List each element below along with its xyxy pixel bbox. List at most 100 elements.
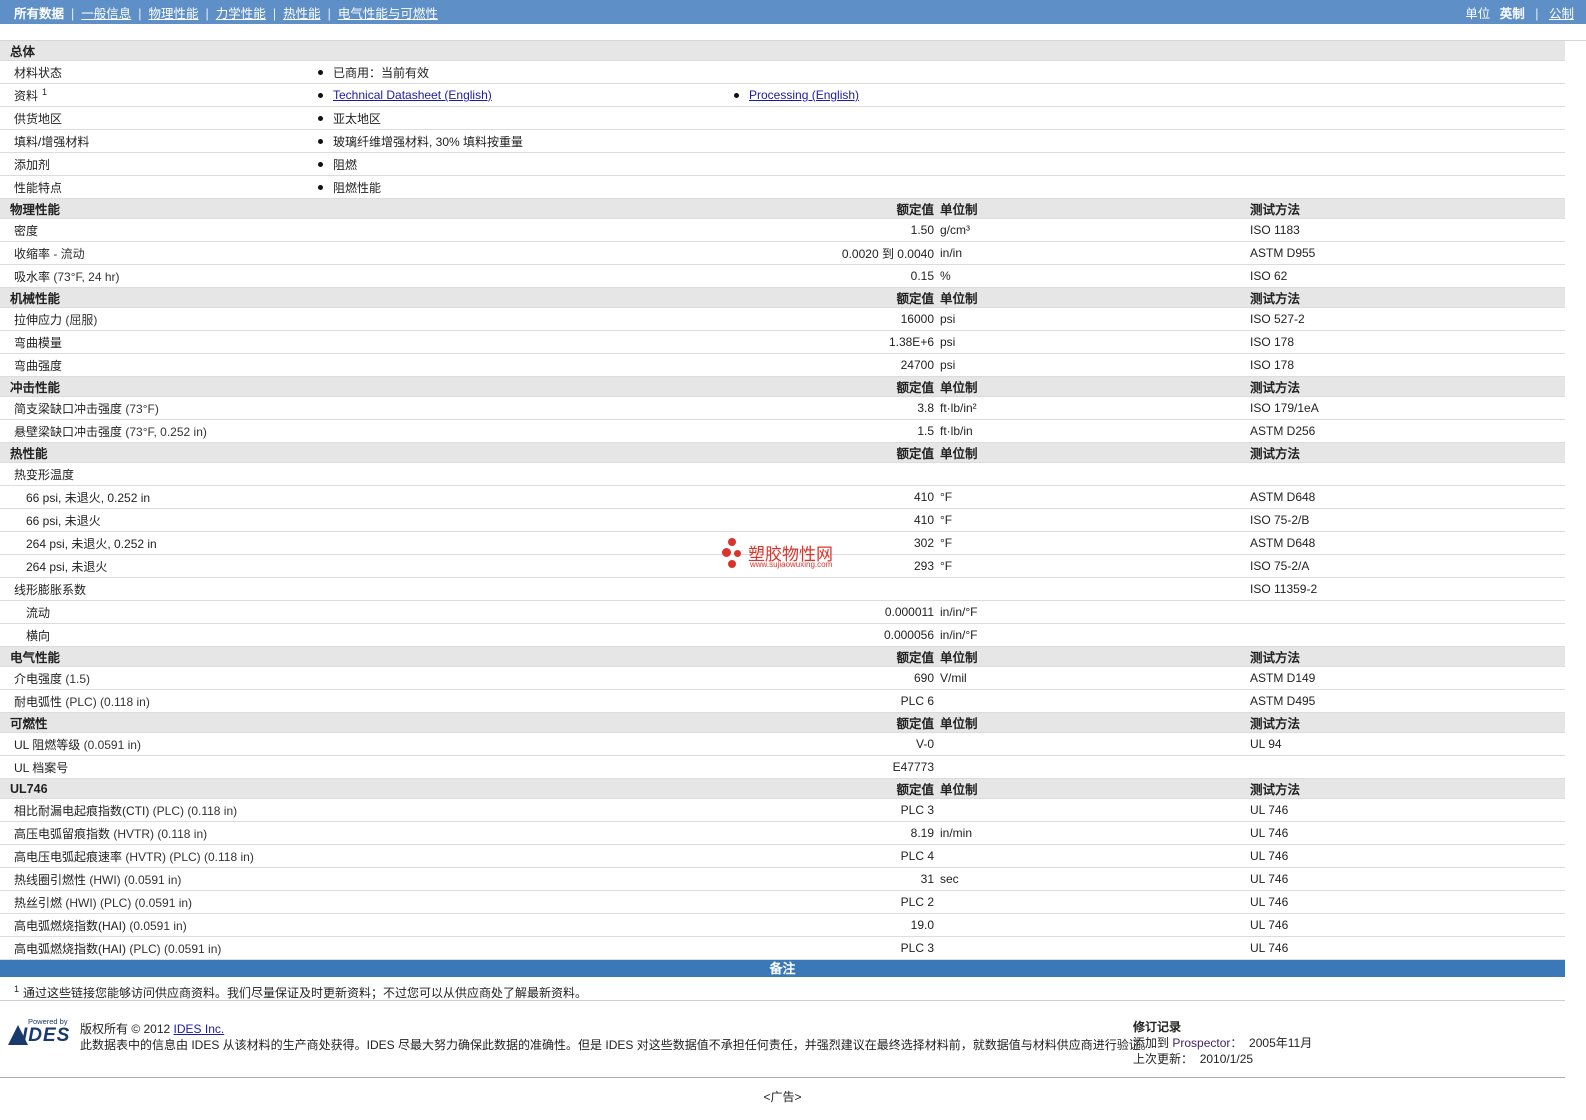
table-row: 介电强度 (1.5) 690 V/mil ASTM D149 [0, 666, 1566, 690]
ad-placeholder[interactable]: <广告> [0, 1088, 1565, 1105]
property-name: 密度 [14, 223, 39, 238]
col-value-header: 额定值 [734, 646, 940, 667]
top-nav-bar: 所有数据 | 一般信息 | 物理性能 | 力学性能 | 热性能 | 电气性能与可燃性 单位 英制 |… [0, 0, 1586, 24]
property-value: 0.0020 到 0.0040 [734, 241, 940, 265]
units-metric-link[interactable]: 公制 [1549, 7, 1574, 21]
property-value: 0.000011 [734, 600, 940, 624]
property-unit: in/min [940, 821, 1250, 845]
test-method: ASTM D955 [1250, 241, 1566, 265]
table-row: 热丝引燃 (HWI) (PLC) (0.0591 in) PLC 2 UL 746 [0, 890, 1566, 914]
nav-item[interactable]: 所有数据 [14, 7, 64, 21]
col-method-header: 测试方法 [1250, 442, 1566, 463]
property-unit [940, 913, 1250, 937]
table-row: 耐电弧性 (PLC) (0.118 in) PLC 6 ASTM D495 [0, 689, 1566, 713]
nav-item[interactable]: 力学性能 [216, 7, 266, 21]
property-unit: °F [940, 485, 1250, 509]
table-row: 66 psi, 未退火 410 °F ISO 75-2/B [0, 508, 1566, 532]
col-unit-header: 单位制 [940, 376, 1250, 397]
table-row: 添加剂 阻燃 [0, 152, 1566, 176]
nav-item[interactable]: 电气性能与可燃性 [338, 7, 438, 21]
property-value: 410 [734, 508, 940, 532]
property-condition: (HWI) (0.0591 in) [86, 872, 182, 887]
test-method: ISO 75-2/B [1250, 508, 1566, 532]
disclaimer: 此数据表中的信息由 IDES 从该材料的生产商处获得。IDES 尽最大努力确保此… [80, 1038, 1153, 1052]
property-value: PLC 6 [734, 689, 940, 713]
property-condition: (PLC) (0.118 in) [149, 803, 238, 818]
property-value: 1.5 [734, 419, 940, 443]
test-method [1250, 755, 1566, 779]
property-name: UL 阻燃等级 [14, 737, 81, 752]
row-label: 资料 [14, 88, 39, 103]
property-name: UL 档案号 [14, 760, 69, 775]
table-row: 弯曲强度 24700 psi ISO 178 [0, 353, 1566, 377]
property-name: 弯曲模量 [14, 335, 63, 350]
table-row: 吸水率 (73°F, 24 hr) 0.15% ISO 62 [0, 264, 1566, 288]
nav-item[interactable]: 物理性能 [149, 7, 199, 21]
nav-item[interactable]: 热性能 [283, 7, 321, 21]
col-method-header: 测试方法 [1250, 646, 1566, 667]
watermark-logo: 塑胶物性网 www.sujiaowuxing.com [720, 538, 860, 572]
test-method: ASTM D149 [1250, 666, 1566, 690]
table-row: 拉伸应力 (屈服) 16000 psi ISO 527-2 [0, 307, 1566, 331]
test-method: ASTM D256 [1250, 419, 1566, 443]
property-name: 吸水率 [14, 269, 51, 284]
table-row: 填料/增强材料 玻璃纤维增强材料, 30% 填料按重量 [0, 129, 1566, 153]
col-method-header: 测试方法 [1250, 198, 1566, 219]
property-condition: (HWI) (PLC) (0.0591 in) [62, 895, 193, 910]
property-value: 19.0 [734, 913, 940, 937]
bullet-icon [318, 116, 323, 122]
table-row: 66 psi, 未退火, 0.252 in 410 °F ASTM D648 [0, 485, 1566, 509]
test-method: UL 746 [1250, 890, 1566, 914]
datasheet-link[interactable]: Technical Datasheet (English) [333, 88, 492, 102]
property-value: PLC 3 [734, 798, 940, 822]
property-name: 介电强度 [14, 671, 63, 686]
property-name: 热线圈引燃性 [14, 872, 87, 887]
test-method: UL 746 [1250, 913, 1566, 937]
test-method: ISO 179/1eA [1250, 396, 1566, 420]
property-unit: psi [940, 330, 1250, 354]
ides-link[interactable]: IDES Inc. [174, 1022, 225, 1036]
property-value: 1.50 [734, 218, 940, 242]
test-method: ASTM D495 [1250, 689, 1566, 713]
col-method-header: 测试方法 [1250, 287, 1566, 308]
col-value-header: 额定值 [734, 198, 940, 219]
ides-logo[interactable]: Powered by IDES [8, 1017, 70, 1053]
test-method: ISO 1183 [1250, 218, 1566, 242]
notes-header: 备注 [0, 960, 1565, 977]
nav-item[interactable]: 一般信息 [81, 7, 131, 21]
test-method: UL 746 [1250, 798, 1566, 822]
section-title: UL746 [0, 778, 734, 799]
col-unit-header: 单位制 [940, 712, 1250, 733]
table-row: UL 档案号 E47773 [0, 755, 1566, 779]
test-method: ISO 527-2 [1250, 307, 1566, 331]
test-method [1250, 623, 1566, 647]
revision-block: 修订记录 添加到 Prospector： 2005年11月 上次更新： 2010… [1133, 1020, 1313, 1066]
property-unit: % [940, 264, 1250, 288]
property-unit: ft·lb/in² [940, 396, 1250, 420]
property-unit: psi [940, 353, 1250, 377]
test-method: ISO 75-2/A [1250, 554, 1566, 578]
property-value: 16000 [734, 307, 940, 331]
test-method: UL 746 [1250, 867, 1566, 891]
property-value: E47773 [734, 755, 940, 779]
row-label: 添加剂 [14, 157, 51, 172]
property-name: 264 psi, 未退火 [26, 559, 108, 574]
row-label: 填料/增强材料 [14, 134, 90, 149]
datasheet-link[interactable]: Processing (English) [749, 88, 859, 102]
test-method: ISO 11359-2 [1250, 577, 1566, 601]
col-value-header: 额定值 [734, 287, 940, 308]
section-nav: 所有数据 | 一般信息 | 物理性能 | 力学性能 | 热性能 | 电气性能与可燃性 [14, 6, 438, 21]
bullet-icon [318, 92, 323, 98]
test-method: ISO 178 [1250, 330, 1566, 354]
property-condition: (73°F, 24 hr) [50, 269, 120, 284]
property-name: 悬壁梁缺口冲击强度 [14, 424, 123, 439]
test-method: ASTM D648 [1250, 485, 1566, 509]
copyright-block: 版权所有 © 2012 IDES Inc. 此数据表中的信息由 IDES 从该材… [80, 1022, 1153, 1052]
property-unit: ft·lb/in [940, 419, 1250, 443]
property-name: 66 psi, 未退火, 0.252 in [26, 490, 151, 505]
property-condition: (PLC) (0.0591 in) [126, 941, 222, 956]
section-title: 总体 [0, 41, 1566, 61]
property-name: 高电弧燃烧指数(HAI) [14, 941, 126, 956]
table-row: UL 阻燃等级 (0.0591 in) V-0 UL 94 [0, 732, 1566, 756]
col-method-header: 测试方法 [1250, 712, 1566, 733]
